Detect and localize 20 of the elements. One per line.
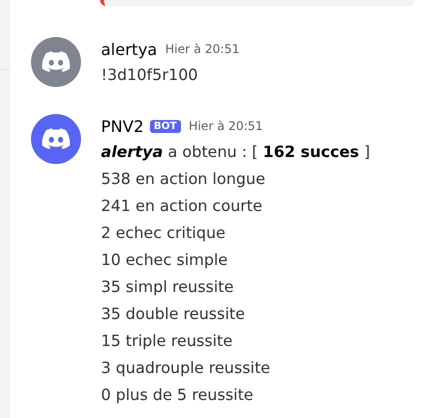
bot-tag: BOT	[150, 120, 181, 132]
timestamp: Hier à 20:51	[165, 42, 240, 56]
author-name[interactable]: PNV2	[101, 116, 144, 136]
message-text: !3d10f5r100	[101, 65, 199, 86]
message-text: alertya a obtenu : [ 162 succes ]	[101, 142, 370, 163]
avatar[interactable]	[31, 114, 81, 164]
message-text: 2 echec critique	[101, 223, 226, 244]
timestamp: Hier à 20:51	[188, 119, 263, 133]
message-text: 3 quadrouple reussite	[101, 358, 272, 379]
message-text: 241 en action courte	[101, 196, 264, 217]
avatar[interactable]	[31, 37, 81, 87]
message-text: 0 plus de 5 reussite	[101, 385, 254, 406]
message-text: 538 en action longue	[101, 169, 266, 190]
controller-icon	[42, 51, 70, 73]
message-text: 15 triple reussite	[101, 331, 234, 352]
message-text: 35 double reussite	[101, 304, 246, 325]
message-text: 35 simpl reussite	[101, 277, 235, 298]
author-name[interactable]: alertya	[101, 40, 158, 58]
message-text: 10 echec simple	[101, 250, 229, 271]
controller-icon	[42, 128, 70, 150]
